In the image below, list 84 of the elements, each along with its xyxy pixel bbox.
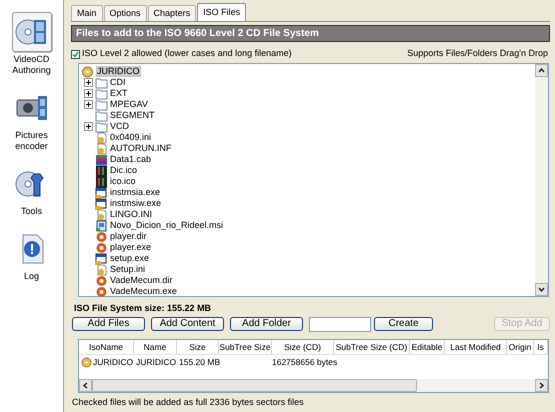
sidebar-item[interactable]: Tools: [2, 162, 62, 219]
column-header[interactable]: Origin: [507, 340, 534, 354]
size-label: ISO File System size: 155.22 MB: [74, 303, 212, 314]
image-icon: [95, 176, 108, 188]
input-field[interactable]: [309, 316, 371, 332]
column-header[interactable]: SubTree Size (CD): [334, 340, 410, 354]
status-text: Checked files will be added as full 2336 bytes sectors files: [72, 396, 305, 409]
table-cell-text: JURIDICO: [135, 356, 177, 368]
movie-icon: [95, 274, 108, 286]
tree-item[interactable]: MPEGAV: [110, 99, 148, 110]
tree-item[interactable]: player.exe: [110, 242, 152, 253]
toolbar-button[interactable]: Add Folder: [230, 317, 303, 331]
tree-item[interactable]: LINGO.INI: [110, 209, 152, 220]
iso-level-checkbox[interactable]: ISO Level 2 allowed (lower cases and long filename): [71, 47, 292, 61]
toolbar-button[interactable]: Add Files: [72, 317, 145, 331]
sidebar-label: Log: [22, 271, 40, 282]
sidebar-label: Pictures encoder: [14, 130, 49, 152]
tree-item[interactable]: SEGMENT: [110, 110, 155, 121]
create-button[interactable]: Create: [374, 317, 433, 331]
scroll-up-icon[interactable]: [538, 68, 545, 73]
column-header[interactable]: Is: [534, 340, 548, 354]
tree-item[interactable]: EXT: [110, 88, 128, 99]
column-header[interactable]: Last Modified: [445, 340, 507, 354]
tree-item[interactable]: CDI: [110, 77, 126, 88]
folder-icon: [95, 120, 108, 132]
sidebar-label: Tools: [20, 206, 43, 217]
scroll-down-icon[interactable]: [538, 287, 545, 292]
tree-item[interactable]: Setup.ini: [110, 264, 146, 275]
tree-item[interactable]: VCD: [110, 121, 130, 132]
tab[interactable]: ISO Files: [197, 3, 246, 21]
expand-icon[interactable]: [84, 100, 93, 109]
expand-icon[interactable]: [84, 89, 93, 98]
tree-item[interactable]: JURIDICO: [96, 66, 140, 77]
folder-icon: [95, 98, 108, 110]
tree-item[interactable]: setup.exe: [110, 253, 150, 264]
tab[interactable]: Main: [71, 5, 103, 21]
movie-icon: [95, 242, 108, 254]
scroll-right-icon[interactable]: [539, 382, 544, 389]
sidebar-item[interactable]: Pictures encoder: [2, 86, 62, 154]
tree-item[interactable]: VadeMecum.exe: [110, 286, 177, 297]
table-cell-text: 155.20 MB: [178, 356, 219, 368]
tree-item[interactable]: Data1.cab: [110, 154, 152, 165]
column-header[interactable]: Size (CD): [272, 340, 334, 354]
disc-icon: [81, 356, 92, 368]
tree-item[interactable]: player.dir: [110, 231, 147, 242]
archive-icon: [95, 154, 108, 166]
tree-item[interactable]: 0x0409.ini: [110, 132, 152, 143]
tree-item[interactable]: Novo_Dicion_rio_Rideel.msi: [110, 220, 224, 231]
expand-icon[interactable]: [84, 122, 93, 131]
expand-icon[interactable]: [84, 78, 93, 87]
tab[interactable]: Options: [104, 5, 147, 21]
image-icon: [95, 164, 108, 176]
tree-item[interactable]: Dic.ico: [110, 165, 138, 176]
installer-icon: [95, 220, 108, 232]
tree-item[interactable]: instmsiw.exe: [110, 198, 162, 209]
program-window-icon: [95, 186, 108, 198]
drag-drop-note: Supports Files/Folders Drag'n Drop: [407, 47, 549, 60]
tab[interactable]: Chapters: [148, 5, 196, 21]
scroll-left-icon[interactable]: [83, 382, 88, 389]
column-header[interactable]: IsoName: [79, 340, 134, 354]
program-window-icon: [95, 252, 108, 264]
table-cell: JURIDICO: [93, 356, 134, 368]
vertical-scrollbar[interactable]: [535, 64, 548, 296]
check-icon: [72, 50, 79, 58]
column-header[interactable]: Editable: [410, 340, 445, 354]
sidebar-label: VideoCD Authoring: [11, 54, 52, 76]
tree-item[interactable]: AUTORUN.INF: [110, 143, 172, 154]
sidebar-item[interactable]: Log: [2, 227, 62, 284]
column-header[interactable]: Name: [134, 340, 177, 354]
movie-icon: [95, 286, 108, 298]
column-header[interactable]: SubTree Size: [219, 340, 272, 354]
program-window-icon: [95, 198, 108, 210]
folder-icon: [95, 88, 108, 100]
folder-icon: [95, 110, 108, 122]
tree-item[interactable]: ico.ico: [110, 176, 136, 187]
sidebar-item[interactable]: VideoCD Authoring: [2, 10, 62, 78]
movie-icon: [95, 230, 108, 242]
disc-icon: [81, 66, 94, 78]
tree-item[interactable]: instmsia.exe: [110, 187, 160, 198]
column-header[interactable]: Size: [177, 340, 219, 354]
toolbar-button[interactable]: Add Content: [151, 317, 224, 331]
horizontal-scrollbar[interactable]: [79, 379, 548, 392]
section-header: Files to add to the ISO 9660 Level 2 CD File System: [71, 25, 550, 42]
tree-item[interactable]: VadeMecum.dir: [110, 275, 172, 286]
